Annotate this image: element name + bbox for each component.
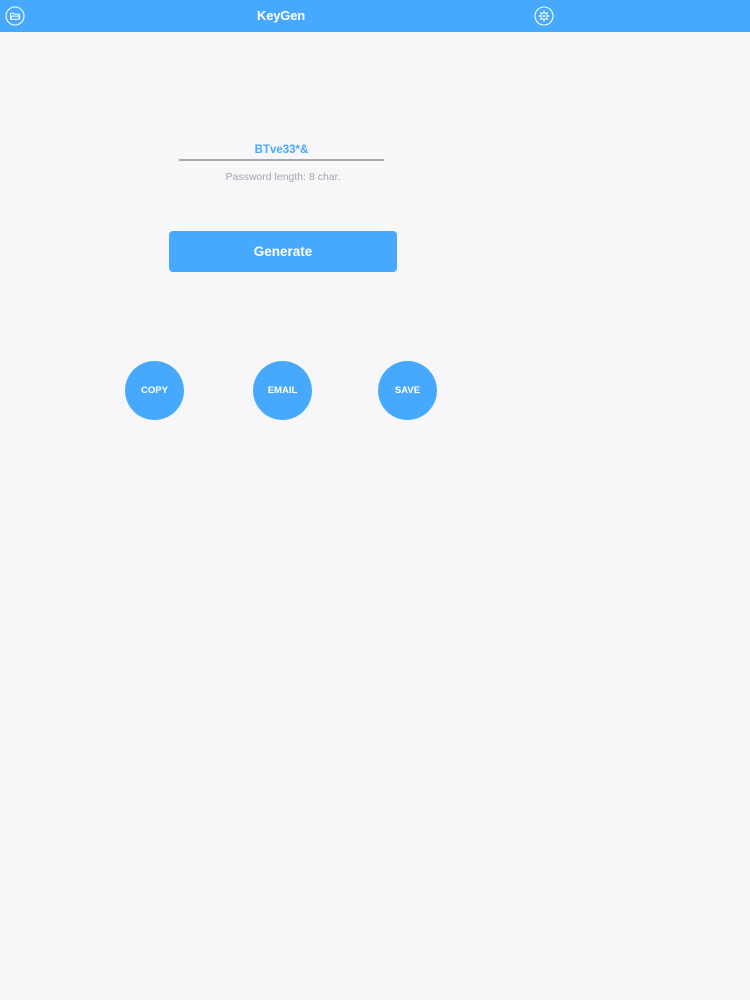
- email-button[interactable]: EMAIL: [253, 361, 312, 420]
- save-button[interactable]: SAVE: [378, 361, 437, 420]
- password-field[interactable]: BTve33*&: [179, 143, 384, 161]
- password-length-label: Password length: 8 char.: [225, 171, 341, 183]
- settings-button[interactable]: [534, 6, 554, 26]
- app-title: KeyGen: [257, 8, 305, 23]
- copy-button[interactable]: COPY: [125, 361, 184, 420]
- generate-button[interactable]: Generate: [169, 231, 397, 272]
- navigation-bar: KeyGen: [0, 0, 750, 32]
- gear-icon: [534, 6, 554, 26]
